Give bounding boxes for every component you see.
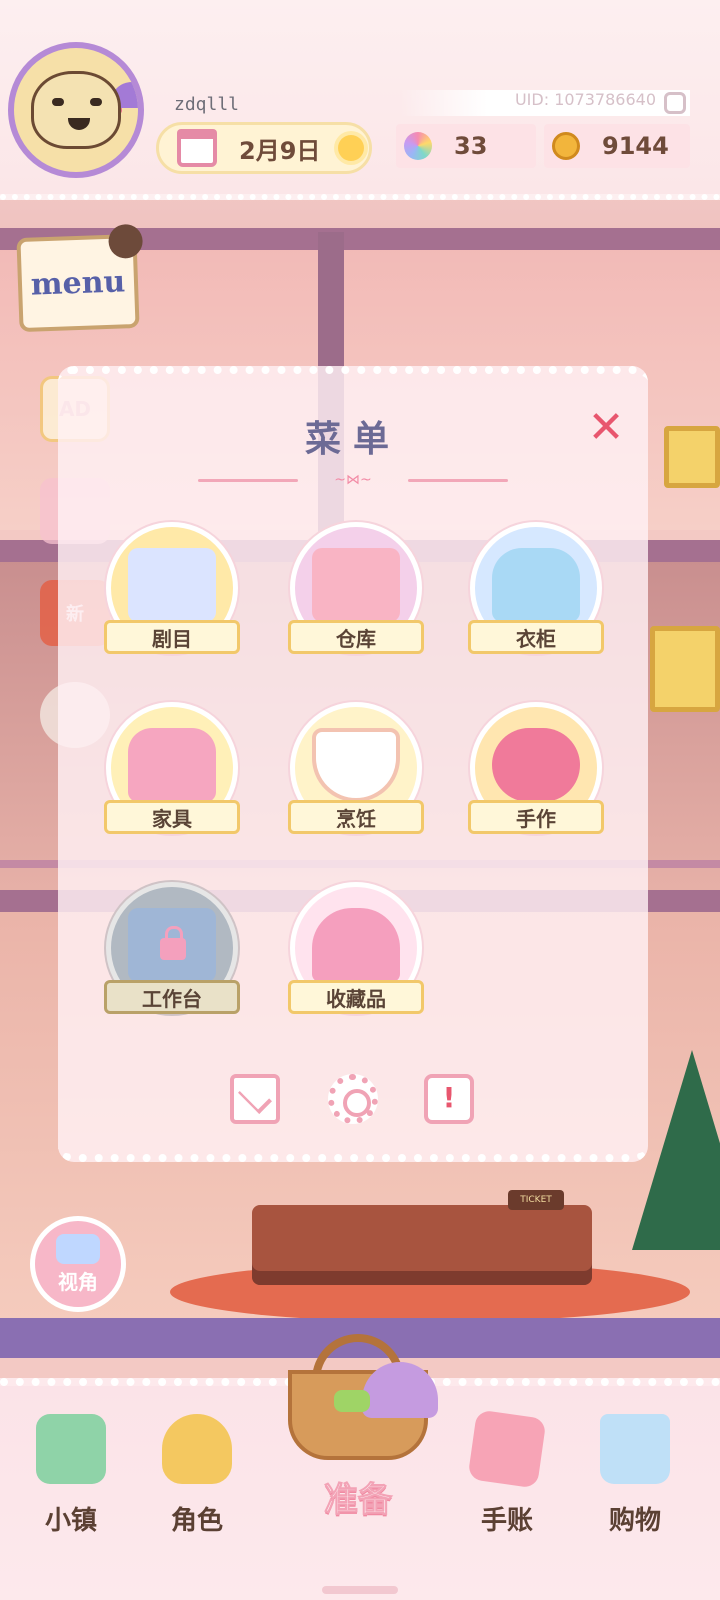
menu-item-label: 收藏品: [326, 986, 386, 1011]
date-text: 2月9日: [239, 136, 321, 165]
date-display: 2月9日: [156, 122, 372, 174]
scissors-icon: [492, 728, 580, 802]
uid-text: UID: 1073786640: [514, 90, 656, 109]
menu-item-label: 仓库: [336, 626, 376, 651]
menu-item-script[interactable]: 剧目: [102, 522, 242, 672]
menu-item-label: 剧目: [152, 626, 192, 651]
coin-counter[interactable]: 9144: [544, 124, 690, 168]
nav-town-label: 小镇: [44, 1506, 97, 1536]
gear-icon[interactable]: [328, 1074, 378, 1124]
notice-icon[interactable]: !: [424, 1074, 474, 1124]
nav-character[interactable]: 角色: [142, 1414, 252, 1544]
menu-item-collectibles[interactable]: 收藏品: [286, 882, 426, 1032]
nav-journal[interactable]: 手账: [452, 1409, 562, 1544]
gem-count: 33: [454, 132, 488, 160]
script-book-icon: [128, 548, 216, 622]
dress-icon: [492, 548, 580, 622]
close-icon: ✕: [587, 402, 625, 453]
uid-label: UID: 1073786640: [400, 90, 690, 116]
menu-panel: 菜单 ~⋈~ ✕ 剧目 仓库 衣柜 家具 烹饪 手作 工作台 收藏品 !: [58, 366, 648, 1162]
lock-icon: [160, 926, 186, 960]
ticket-sign: TICKET: [508, 1190, 564, 1210]
gem-icon: [404, 132, 432, 160]
copy-icon[interactable]: [664, 92, 686, 114]
sofa-icon: [128, 728, 216, 802]
camera-icon: [56, 1233, 100, 1264]
menu-item-storage[interactable]: 仓库: [286, 522, 426, 672]
menu-item-label: 烹饪: [336, 806, 376, 831]
camera-view-label: 视角: [58, 1269, 98, 1294]
menu-item-cooking[interactable]: 烹饪: [286, 702, 426, 852]
character-icon: [162, 1414, 232, 1484]
menu-item-crafting[interactable]: 手作: [466, 702, 606, 852]
map-icon: [36, 1414, 106, 1484]
menu-item-workbench[interactable]: 工作台: [102, 882, 242, 1032]
menu-item-label: 手作: [516, 806, 556, 831]
journal-icon: [467, 1409, 547, 1489]
username: zdqlll: [174, 94, 240, 115]
menu-item-wardrobe[interactable]: 衣柜: [466, 522, 606, 672]
close-button[interactable]: ✕: [584, 406, 628, 450]
shopping-bag-icon: [600, 1414, 670, 1484]
menu-item-label: 衣柜: [516, 626, 556, 651]
nav-shop-label: 购物: [608, 1506, 661, 1536]
menu-button-label: menu: [30, 263, 126, 303]
calendar-icon: [177, 129, 217, 167]
decorative-divider: ~⋈~: [198, 472, 508, 488]
top-hud: zdqlll UID: 1073786640 2月9日 33 9144: [0, 0, 720, 200]
player-avatar[interactable]: [8, 42, 144, 178]
bottom-navigation: 小镇 角色 准备 手账 购物: [0, 1334, 720, 1600]
nav-journal-label: 手账: [480, 1506, 533, 1536]
camera-view-button[interactable]: 视角: [30, 1216, 126, 1312]
menu-item-furniture[interactable]: 家具: [102, 702, 242, 852]
mail-icon[interactable]: [230, 1074, 280, 1124]
reception-counter[interactable]: [252, 1205, 592, 1285]
nav-shop[interactable]: 购物: [580, 1414, 690, 1544]
nav-town[interactable]: 小镇: [16, 1414, 126, 1544]
panel-title: 菜单: [304, 418, 401, 460]
sun-icon: [338, 135, 365, 161]
coin-count: 9144: [602, 132, 669, 160]
panel-footer-icons: !: [58, 1074, 648, 1134]
coin-icon: [552, 132, 580, 160]
gem-counter[interactable]: 33: [396, 124, 536, 168]
carousel-icon: [312, 908, 400, 982]
home-indicator: [322, 1586, 398, 1594]
storage-box-icon: [312, 548, 400, 622]
nav-character-label: 角色: [170, 1506, 223, 1536]
menu-item-label: 工作台: [142, 986, 202, 1011]
nav-prepare[interactable]: 准备: [258, 1334, 458, 1521]
menu-button[interactable]: menu: [16, 223, 144, 333]
menu-item-label: 家具: [152, 806, 192, 831]
nav-prepare-label: 准备: [324, 1480, 393, 1521]
